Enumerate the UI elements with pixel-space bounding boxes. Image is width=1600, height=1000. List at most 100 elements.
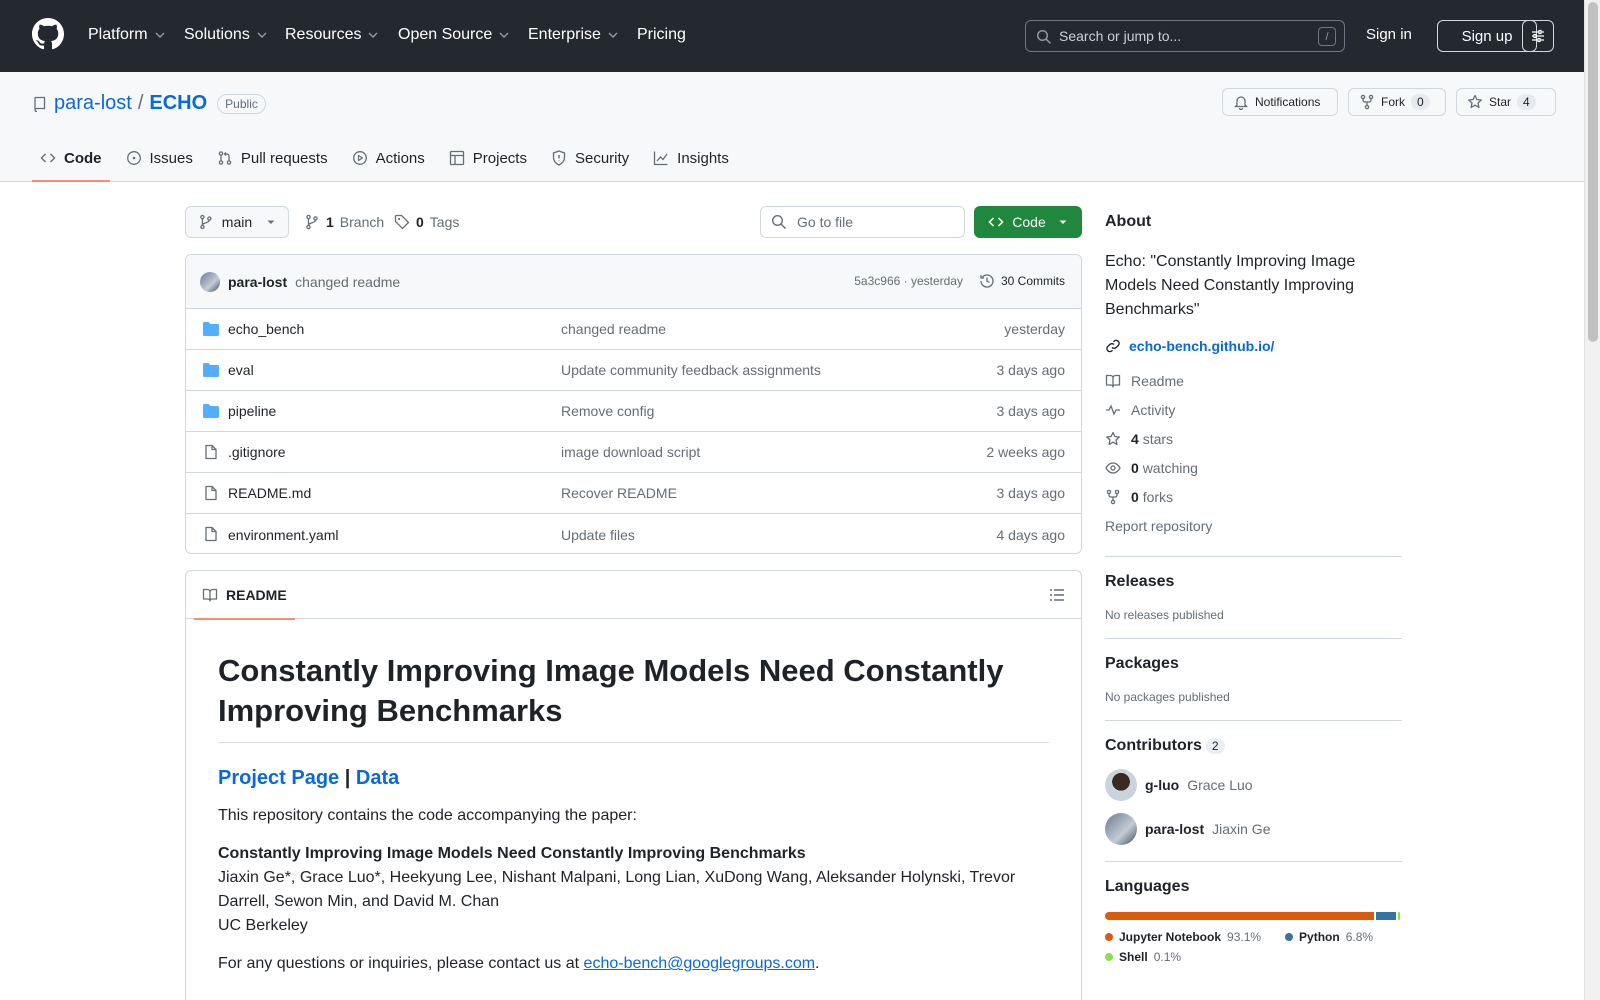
file-commit-message-link[interactable]: Update community feedback assignments xyxy=(561,362,821,378)
releases-heading[interactable]: Releases xyxy=(1105,573,1402,591)
branches-link[interactable]: 1 Branch xyxy=(304,214,384,230)
branch-selector[interactable]: main xyxy=(185,206,289,238)
readme-tab[interactable]: README xyxy=(194,571,295,620)
about-heading: About xyxy=(1105,213,1152,230)
commits-count-label: 30 Commits xyxy=(1000,274,1065,288)
contributor-item[interactable]: para-lost Jiaxin Ge xyxy=(1105,813,1402,845)
file-commit-message-link[interactable]: Recover README xyxy=(561,485,677,501)
sign-in-link[interactable]: Sign in xyxy=(1366,26,1412,43)
contact-suffix: . xyxy=(815,955,820,973)
nav-pricing[interactable]: Pricing xyxy=(637,24,686,46)
avatar xyxy=(1105,813,1137,845)
readme-header: README xyxy=(186,571,1081,620)
commit-message-link[interactable]: changed readme xyxy=(295,274,400,290)
star-button[interactable]: Star 4 xyxy=(1456,88,1556,116)
file-icon xyxy=(205,485,217,501)
file-commit-message-link[interactable]: image download script xyxy=(561,444,700,460)
forks-count: 0 xyxy=(1131,488,1139,505)
tab-projects[interactable]: Projects xyxy=(441,134,535,182)
forks-link[interactable]: 0 forks xyxy=(1105,482,1402,511)
header-menu-button[interactable] xyxy=(1522,20,1554,52)
branches-count: 1 xyxy=(326,214,334,230)
list-unordered-icon[interactable] xyxy=(1049,587,1065,603)
commits-history-link[interactable]: 30 Commits xyxy=(979,273,1065,289)
global-search-input[interactable]: Search or jump to... / xyxy=(1025,20,1345,52)
contact-email-link[interactable]: echo-bench@googlegroups.com xyxy=(584,955,816,972)
file-name-link[interactable]: environment.yaml xyxy=(228,527,339,543)
tab-pull-requests-label: Pull requests xyxy=(240,149,328,167)
file-name-link[interactable]: .gitignore xyxy=(228,444,286,460)
chevron-down-icon xyxy=(499,32,509,39)
page-scrollbar[interactable] xyxy=(1584,0,1600,1000)
file-row[interactable]: environment.yaml Update files 4 days ago xyxy=(186,514,1081,553)
language-percent: 93.1% xyxy=(1227,930,1262,944)
language-percent: 0.1% xyxy=(1153,950,1182,964)
about-description: Echo: "Constantly Improving Image Models… xyxy=(1105,253,1356,318)
file-row[interactable]: echo_bench changed readme yesterday xyxy=(186,309,1081,350)
project-page-link[interactable]: Project Page xyxy=(218,767,339,789)
stars-link[interactable]: 4 stars xyxy=(1105,424,1402,453)
nav-platform[interactable]: Platform xyxy=(88,24,166,46)
contributor-login: para-lost xyxy=(1145,821,1205,837)
language-item[interactable]: Python 6.8% xyxy=(1285,930,1373,944)
watching-count: 0 xyxy=(1131,459,1139,476)
file-commit-message-link[interactable]: Remove config xyxy=(561,403,654,419)
notifications-button[interactable]: Notifications xyxy=(1222,88,1338,116)
file-name-link[interactable]: echo_bench xyxy=(228,321,304,337)
website-link[interactable]: echo-bench.github.io/ xyxy=(1105,338,1402,354)
file-row[interactable]: eval Update community feedback assignment… xyxy=(186,350,1081,391)
repo-owner-link[interactable]: para-lost xyxy=(54,92,132,115)
language-item[interactable]: Shell 0.1% xyxy=(1105,950,1181,964)
table-icon xyxy=(449,150,464,166)
tab-code[interactable]: Code xyxy=(32,134,110,182)
language-item[interactable]: Jupyter Notebook 93.1% xyxy=(1105,930,1261,944)
file-name-link[interactable]: eval xyxy=(228,362,254,378)
avatar[interactable] xyxy=(200,271,220,292)
file-row[interactable]: .gitignore image download script 2 weeks a… xyxy=(186,432,1081,473)
data-link[interactable]: Data xyxy=(356,767,399,789)
tab-actions[interactable]: Actions xyxy=(344,134,433,182)
code-download-button[interactable]: Code xyxy=(974,206,1082,238)
contributors-heading[interactable]: Contributors 2 xyxy=(1105,737,1402,755)
tags-link[interactable]: 0 Tags xyxy=(394,214,459,230)
tab-insights[interactable]: Insights xyxy=(645,134,737,182)
fork-icon xyxy=(1106,489,1120,504)
chevron-down-icon xyxy=(368,32,379,39)
activity-link[interactable]: Activity xyxy=(1105,395,1402,424)
file-commit-date: 3 days ago xyxy=(996,362,1066,378)
commit-author-link[interactable]: para-lost xyxy=(228,274,287,290)
scrollbar-thumb[interactable] xyxy=(1588,2,1598,342)
watching-link[interactable]: 0 watching xyxy=(1105,453,1402,482)
packages-heading[interactable]: Packages xyxy=(1105,655,1402,673)
tab-security[interactable]: Security xyxy=(543,134,637,182)
contributors-heading-label: Contributors xyxy=(1105,737,1202,754)
nav-solutions[interactable]: Solutions xyxy=(184,24,268,46)
go-to-file-input[interactable]: Go to file xyxy=(760,206,965,238)
tab-security-label: Security xyxy=(574,149,630,167)
play-icon xyxy=(352,151,367,165)
contributor-item[interactable]: g-luo Grace Luo xyxy=(1105,769,1402,801)
readme-tab-label: README xyxy=(226,587,287,603)
file-name-link[interactable]: README.md xyxy=(228,485,311,501)
github-logo-icon[interactable] xyxy=(32,18,64,50)
nav-resources[interactable]: Resources xyxy=(285,24,379,46)
readme-link[interactable]: Readme xyxy=(1105,366,1402,395)
current-branch-label: main xyxy=(221,214,253,230)
repository-header: para-lost / ECHO Public Notifications Fo… xyxy=(0,72,1584,182)
language-name: Python xyxy=(1299,930,1340,944)
nav-open-source[interactable]: Open Source xyxy=(398,24,510,46)
file-commit-message-link[interactable]: changed readme xyxy=(561,321,666,337)
commit-hash-time[interactable]: 5a3c966 · yesterday xyxy=(854,274,963,288)
website-url: echo-bench.github.io/ xyxy=(1129,338,1275,354)
fork-button[interactable]: Fork 0 xyxy=(1348,88,1446,116)
nav-enterprise[interactable]: Enterprise xyxy=(528,24,619,46)
file-row[interactable]: pipeline Remove config 3 days ago xyxy=(186,391,1081,432)
tab-issues[interactable]: Issues xyxy=(118,134,201,182)
tab-pull-requests[interactable]: Pull requests xyxy=(209,134,336,182)
report-repository-link[interactable]: Report repository xyxy=(1105,511,1402,540)
repo-name-link[interactable]: ECHO xyxy=(149,92,207,115)
file-name-link[interactable]: pipeline xyxy=(228,403,276,419)
file-commit-message-link[interactable]: Update files xyxy=(561,527,635,543)
file-row[interactable]: README.md Recover README 3 days ago xyxy=(186,473,1081,514)
readme-title: Constantly Improving Image Models Need C… xyxy=(218,651,1049,744)
